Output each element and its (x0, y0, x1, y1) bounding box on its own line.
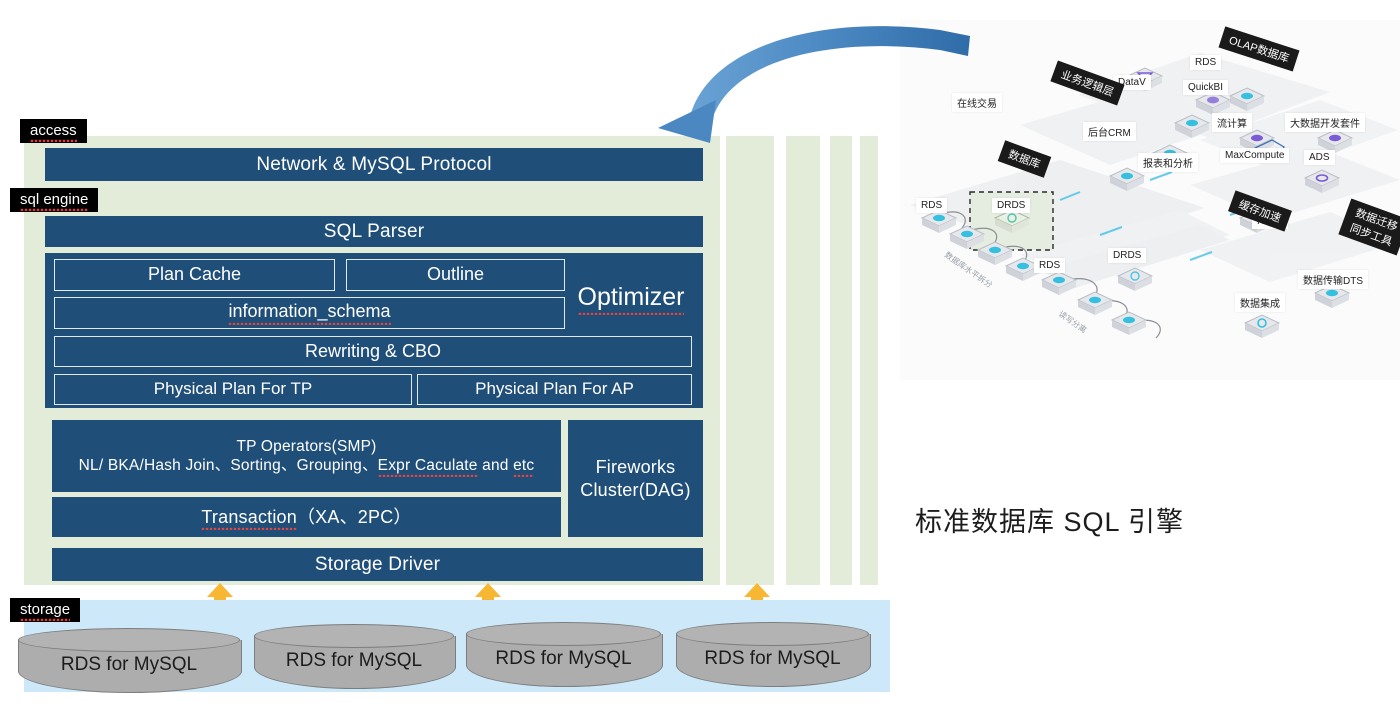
arch-node-label-ads: ADS (1304, 150, 1335, 165)
arch-node-label-rds-olap: RDS (1190, 55, 1222, 70)
optimizer-title: Optimizer (565, 281, 697, 317)
tp-operators-line2-b: Expr Caculate (377, 457, 478, 477)
layer-tag-sql-engine-text: sql engine (20, 191, 89, 211)
layer-tag-access-text: access (30, 122, 77, 142)
arch-node-label-rds-mid: RDS (1034, 258, 1066, 273)
box-tp-operators[interactable]: TP Operators(SMP) NL/ BKA/Hash Join、Sort… (52, 420, 561, 492)
layer-tag-storage: storage (10, 598, 81, 622)
fireworks-line2: Cluster(DAG) (580, 479, 691, 500)
optimizer-group: Plan Cache Outline information_schema Re… (45, 253, 703, 408)
box-rewriting-cbo[interactable]: Rewriting & CBO (54, 336, 692, 367)
cylinder-top (466, 622, 661, 646)
box-sql-parser[interactable]: SQL Parser (45, 216, 703, 247)
database-cylinder-2-label: RDS for MySQL (285, 650, 423, 671)
architecture-diagram: 数据库水平拆分 读写分离 OLAP数据库 业务逻辑层 数据库 缓存加速 数据迁移… (900, 20, 1400, 380)
cylinder-top (676, 622, 869, 646)
panel-stripe-4 (860, 136, 878, 585)
optimizer-title-text: Optimizer (577, 283, 685, 315)
fireworks-line1: Fireworks (595, 457, 676, 477)
tp-operators-line2-c: and (477, 457, 514, 474)
layer-tag-storage-text: storage (20, 601, 71, 621)
box-network-protocol-label: Network & MySQL Protocol (256, 153, 492, 175)
box-plan-cache-label: Plan Cache (147, 264, 242, 285)
layer-tag-sql-engine: sql engine (10, 188, 99, 212)
curved-arrow-icon (658, 26, 970, 143)
svg-text:读写分离: 读写分离 (1057, 308, 1089, 335)
box-storage-driver[interactable]: Storage Driver (52, 548, 703, 581)
database-cylinder-3-label: RDS for MySQL (495, 648, 632, 669)
box-outline-label: Outline (426, 264, 485, 285)
box-tp-operators-content: TP Operators(SMP) NL/ BKA/Hash Join、Sort… (78, 437, 535, 477)
arch-node-label-drds-main: DRDS (992, 198, 1031, 213)
tp-operators-line2-a: NL/ BKA/Hash Join、Sorting、Grouping、 (78, 457, 378, 474)
database-cylinder-4[interactable]: RDS for MySQL (676, 622, 871, 688)
box-storage-driver-label: Storage Driver (314, 553, 441, 575)
slide-root: access Network & MySQL Protocol sql engi… (0, 0, 1400, 719)
box-fireworks-cluster[interactable]: Fireworks Cluster(DAG) (568, 420, 703, 537)
arch-node-label-maxcompute: MaxCompute (1220, 148, 1290, 163)
box-network-protocol[interactable]: Network & MySQL Protocol (45, 148, 703, 181)
arch-node-label-quickbi: QuickBI (1183, 80, 1229, 95)
arch-node-label-data-integration: 数据集成 (1235, 293, 1285, 312)
tp-operators-line1: TP Operators(SMP) (236, 437, 377, 455)
layer-tag-access: access (20, 119, 87, 143)
cylinder-top (254, 624, 454, 648)
box-sql-parser-label: SQL Parser (323, 220, 425, 242)
database-cylinder-2[interactable]: RDS for MySQL (254, 624, 456, 690)
box-transaction-content: Transaction（XA、2PC） (201, 506, 412, 530)
box-physical-plan-ap[interactable]: Physical Plan For AP (417, 374, 692, 405)
panel-stripe-2 (786, 136, 820, 585)
tp-operators-line2: NL/ BKA/Hash Join、Sorting、Grouping、Expr … (78, 456, 535, 477)
database-cylinder-3[interactable]: RDS for MySQL (466, 622, 663, 688)
arch-node-label-crm: 后台CRM (1083, 122, 1136, 141)
arch-node-label-stream: 流计算 (1212, 113, 1252, 132)
box-information-schema-label: information_schema (228, 300, 391, 326)
box-outline[interactable]: Outline (346, 259, 565, 291)
box-physical-plan-ap-label: Physical Plan For AP (475, 379, 634, 399)
tp-operators-line2-d: etc (513, 457, 535, 477)
box-transaction[interactable]: Transaction（XA、2PC） (52, 497, 561, 537)
cylinder-top (18, 628, 240, 652)
arch-node-label-drds-mid: DRDS (1108, 248, 1147, 263)
box-plan-cache[interactable]: Plan Cache (54, 259, 335, 291)
page-caption: 标准数据库 SQL 引擎 (915, 507, 1185, 537)
database-cylinder-1[interactable]: RDS for MySQL (18, 628, 242, 694)
box-transaction-label: Transaction (201, 506, 297, 530)
arch-node-label-report: 报表和分析 (1138, 153, 1198, 172)
arch-node-label-dts: 数据传输DTS (1298, 270, 1368, 289)
box-transaction-detail: （XA、2PC） (296, 506, 412, 527)
box-rewriting-cbo-label: Rewriting & CBO (304, 340, 442, 361)
box-information-schema[interactable]: information_schema (54, 297, 565, 329)
database-cylinder-4-label: RDS for MySQL (704, 648, 841, 669)
arch-node-label-bigdata-suite: 大数据开发套件 (1285, 113, 1365, 132)
box-fireworks-cluster-content: Fireworks Cluster(DAG) (580, 456, 690, 501)
architecture-diagram-canvas: 数据库水平拆分 读写分离 (910, 53, 1400, 339)
box-physical-plan-tp-label: Physical Plan For TP (153, 379, 313, 399)
database-cylinder-1-label: RDS for MySQL (60, 654, 198, 675)
arch-node-label-rds-left: RDS (916, 198, 948, 213)
box-physical-plan-tp[interactable]: Physical Plan For TP (54, 374, 412, 405)
panel-stripe-3 (830, 136, 852, 585)
panel-stripe-1 (726, 136, 774, 585)
